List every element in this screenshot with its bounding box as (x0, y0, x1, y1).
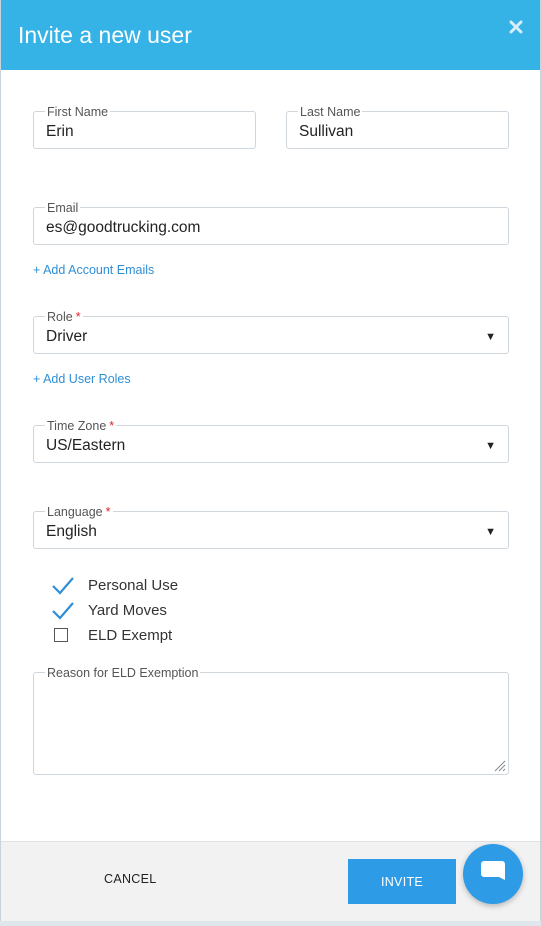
eld-exemption-reason-textarea[interactable]: Reason for ELD Exemption (33, 667, 509, 775)
time-zone-value: US/Eastern (46, 437, 126, 454)
chat-launcher-button[interactable] (463, 844, 523, 904)
chevron-down-icon: ▼ (485, 440, 496, 452)
first-name-field[interactable]: First Name Erin (33, 106, 256, 149)
last-name-label: Last Name (298, 105, 363, 119)
role-select[interactable]: Role * Driver ▼ (33, 311, 509, 354)
time-zone-select[interactable]: Time Zone * US/Eastern ▼ (33, 420, 509, 463)
invite-button[interactable]: INVITE (348, 859, 456, 904)
chevron-down-icon: ▼ (485, 526, 496, 538)
chat-bubble-icon (478, 858, 508, 891)
unchecked-box-icon (51, 625, 73, 647)
modal-header: Invite a new user (1, 0, 540, 70)
modal-footer: CANCEL INVITE (1, 841, 540, 921)
cancel-button[interactable]: CANCEL (104, 872, 157, 886)
email-value: es@goodtrucking.com (46, 219, 201, 236)
checkmark-icon (51, 575, 74, 597)
last-name-field[interactable]: Last Name Sullivan (286, 106, 509, 149)
add-user-roles-link[interactable]: + Add User Roles (33, 372, 131, 386)
language-label: Language * (45, 505, 113, 519)
add-account-emails-link[interactable]: + Add Account Emails (33, 263, 154, 277)
personal-use-label: Personal Use (88, 577, 179, 594)
language-value: English (46, 523, 97, 540)
last-name-value: Sullivan (299, 123, 354, 140)
first-name-label: First Name (45, 105, 111, 119)
resize-handle-icon[interactable] (492, 758, 506, 772)
chevron-down-icon: ▼ (485, 331, 496, 343)
yard-moves-label: Yard Moves (88, 602, 167, 619)
required-mark: * (75, 310, 81, 324)
email-field[interactable]: Email es@goodtrucking.com (33, 202, 509, 245)
required-mark: * (109, 419, 115, 433)
invite-user-modal: Invite a new user First Name Erin Last N… (0, 0, 541, 921)
checkmark-icon (51, 600, 74, 622)
first-name-value: Erin (46, 123, 74, 140)
role-label: Role * (45, 310, 83, 324)
role-value: Driver (46, 328, 88, 345)
required-mark: * (105, 505, 111, 519)
email-label: Email (45, 201, 81, 215)
reason-label: Reason for ELD Exemption (45, 666, 201, 680)
eld-exempt-label: ELD Exempt (88, 627, 173, 644)
close-icon[interactable] (508, 19, 524, 35)
language-select[interactable]: Language * English ▼ (33, 506, 509, 549)
modal-title: Invite a new user (18, 22, 192, 48)
time-zone-label: Time Zone * (45, 419, 117, 433)
page-bottom-strip (0, 921, 541, 926)
